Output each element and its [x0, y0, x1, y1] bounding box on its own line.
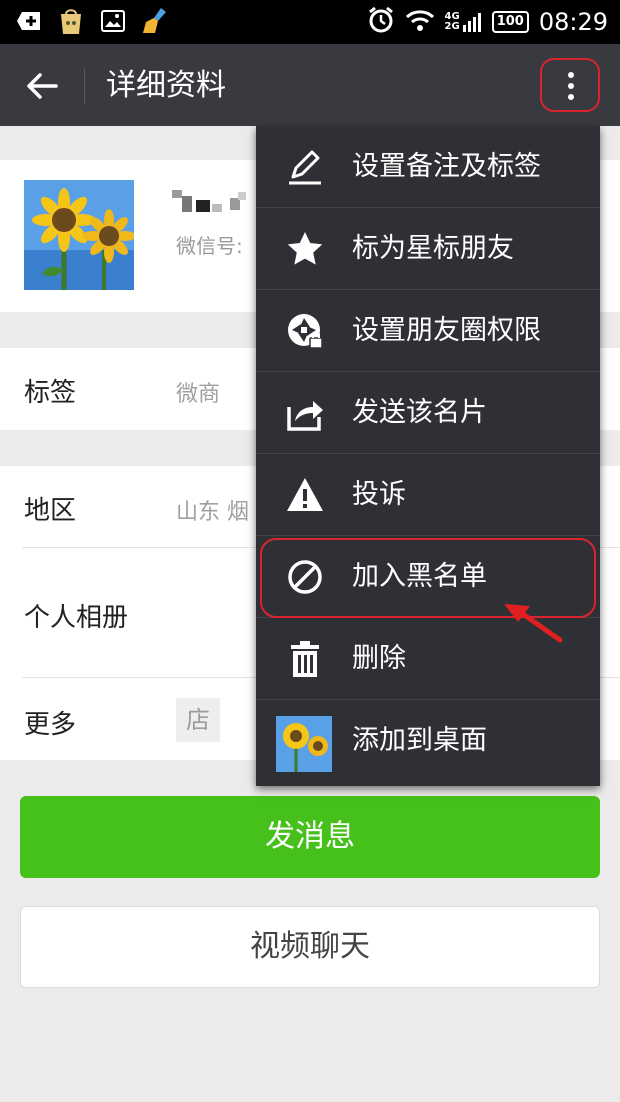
signal-icon: 4G 2G — [445, 11, 482, 33]
alarm-icon — [367, 6, 395, 38]
name-blurred — [172, 186, 262, 216]
sunflower-thumbnail-icon — [276, 716, 332, 772]
share-icon — [282, 390, 328, 436]
photo-bag-icon — [56, 6, 86, 36]
menu-item-set-remark[interactable]: 设置备注及标签 — [256, 126, 600, 208]
battery-icon: 100 — [491, 11, 529, 33]
arrow-left-icon[interactable] — [20, 64, 64, 108]
network-bottom-label: 2G — [444, 21, 460, 32]
menu-item-label: 删除 — [352, 643, 406, 674]
app-bar: 详细资料 — [0, 44, 620, 126]
clock: 08:29 — [538, 8, 608, 36]
header-divider — [84, 68, 85, 104]
row-value-tag: 微商 — [176, 382, 221, 407]
wechat-id-label: 微信号: — [176, 234, 243, 258]
add-box-icon — [14, 6, 44, 36]
star-icon — [282, 226, 328, 272]
more-vertical-icon[interactable] — [540, 58, 600, 112]
row-label-region: 地区 — [24, 496, 77, 526]
send-message-button[interactable]: 发消息 — [20, 796, 600, 878]
red-arrow-annotation — [498, 596, 568, 646]
menu-item-star-friend[interactable]: 标为星标朋友 — [256, 208, 600, 290]
status-bar: 4G 2G 100 08:29 — [0, 0, 620, 44]
pencil-icon — [282, 144, 328, 190]
row-label-more[interactable]: 更多 — [24, 704, 76, 741]
moments-lock-icon — [282, 308, 328, 354]
image-icon — [98, 6, 128, 36]
trash-icon — [282, 636, 328, 682]
menu-item-label: 设置备注及标签 — [352, 151, 541, 182]
overflow-menu: 设置备注及标签 标为星标朋友 设置朋友圈权限 发送该名片 投诉 加入黑名单 删除… — [256, 126, 600, 786]
menu-item-moments-permission[interactable]: 设置朋友圈权限 — [256, 290, 600, 372]
menu-item-label: 添加到桌面 — [352, 725, 487, 756]
menu-item-send-card[interactable]: 发送该名片 — [256, 372, 600, 454]
menu-item-report[interactable]: 投诉 — [256, 454, 600, 536]
store-icon: 店 — [176, 698, 220, 742]
menu-item-label: 发送该名片 — [352, 397, 487, 428]
menu-item-label: 设置朋友圈权限 — [352, 315, 541, 346]
page-title: 详细资料 — [106, 68, 226, 103]
row-value-region: 山东 烟 — [176, 500, 249, 525]
row-label-album[interactable]: 个人相册 — [24, 597, 128, 634]
video-call-button[interactable]: 视频聊天 — [20, 906, 600, 988]
avatar[interactable] — [24, 180, 136, 290]
menu-item-label: 投诉 — [352, 479, 406, 510]
broom-icon — [140, 6, 170, 36]
wifi-icon — [405, 8, 435, 36]
menu-item-label: 标为星标朋友 — [352, 233, 514, 264]
row-label-tag: 标签 — [24, 378, 77, 408]
warning-icon — [282, 472, 328, 518]
menu-item-add-to-desktop[interactable]: 添加到桌面 — [256, 700, 600, 786]
